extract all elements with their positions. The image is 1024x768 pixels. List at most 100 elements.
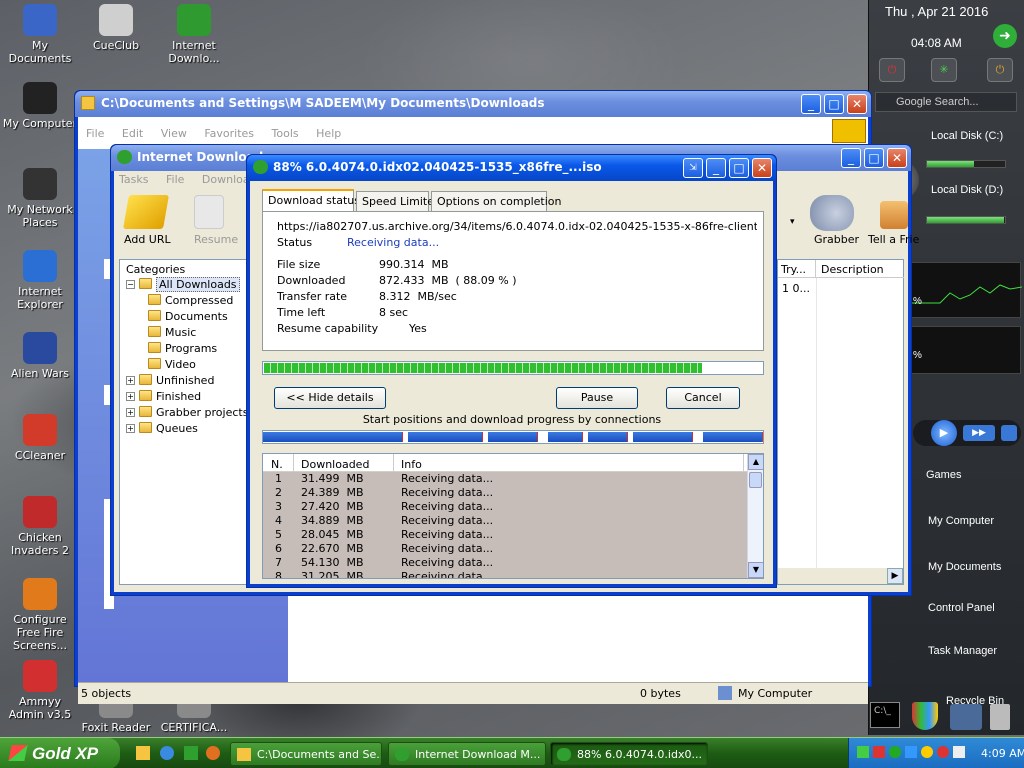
restart-icon[interactable]: ✳	[931, 58, 957, 82]
desktop-icon-my-computer[interactable]: My Computer	[0, 82, 80, 130]
category-compressed[interactable]: Compressed	[148, 294, 233, 307]
cancel-button[interactable]: Cancel	[666, 387, 740, 409]
quicklaunch-firefox-icon[interactable]	[206, 746, 220, 760]
menu-help[interactable]: Help	[316, 127, 341, 140]
pause-button[interactable]: Pause	[556, 387, 638, 409]
menu-edit[interactable]: Edit	[122, 127, 143, 140]
explorer-titlebar[interactable]: C:\Documents and Settings\M SADEEM\My Do…	[75, 91, 871, 117]
menu-file[interactable]: File	[86, 127, 104, 140]
tray-bluetooth-icon[interactable]	[905, 746, 917, 758]
connection-row[interactable]: 2 24.389 MB Receiving data...	[263, 486, 745, 500]
desktop-icon-ammyy-admin[interactable]: Ammyy Admin v3.5	[0, 660, 80, 721]
desktop-icon-idm[interactable]: Internet Downlo...	[154, 4, 234, 65]
col-description[interactable]: Description	[816, 260, 904, 278]
play-icon[interactable]: ▶	[931, 420, 957, 446]
quicklaunch-idm-icon[interactable]	[184, 746, 198, 760]
next-icon[interactable]: ▶▶	[963, 425, 995, 441]
explorer-close-button[interactable]: ✕	[847, 94, 867, 114]
desktop-icon-chicken-invaders[interactable]: Chicken Invaders 2	[0, 496, 80, 557]
idm-minimize-button[interactable]: _	[841, 148, 861, 168]
sidebar-link-my-documents[interactable]: My Documents	[928, 561, 1001, 573]
connections-scrollbar[interactable]: ▲ ▼	[747, 454, 763, 578]
desktop-icon-cueclub[interactable]: CueClub	[76, 4, 156, 52]
tray-idm-icon[interactable]	[889, 746, 901, 758]
tray-alert-icon[interactable]	[937, 746, 949, 758]
category-unfinished[interactable]: + Unfinished	[126, 374, 214, 387]
idm-menu-file[interactable]: File	[166, 173, 184, 186]
shutdown-icon[interactable]: ⏻	[879, 58, 905, 82]
col-try[interactable]: Try...	[778, 260, 816, 278]
tell-friend-icon[interactable]	[880, 201, 908, 229]
idm-menu-tasks[interactable]: Tasks	[119, 173, 148, 186]
tray-security-icon[interactable]	[873, 746, 885, 758]
category-all-downloads[interactable]: − All Downloads	[126, 277, 240, 292]
col-info[interactable]: Info	[401, 458, 422, 471]
category-finished[interactable]: + Finished	[126, 390, 201, 403]
add-url-icon[interactable]	[123, 195, 169, 229]
connection-row[interactable]: 1 31.499 MB Receiving data...	[263, 472, 745, 486]
recycle-bin-icon[interactable]	[990, 704, 1010, 730]
expand-icon[interactable]: +	[126, 408, 135, 417]
network-icon[interactable]	[950, 704, 982, 730]
idm-maximize-button[interactable]: □	[864, 148, 884, 168]
tab-speed-limiter[interactable]: Speed Limiter	[356, 191, 439, 211]
sidebar-link-task-manager[interactable]: Task Manager	[928, 645, 997, 657]
connection-row[interactable]: 3 27.420 MB Receiving data...	[263, 500, 745, 514]
menu-tools[interactable]: Tools	[272, 127, 299, 140]
desktop-icon-firescreens[interactable]: Configure Free Fire Screens...	[0, 578, 80, 652]
sidebar-link-my-computer[interactable]: My Computer	[928, 515, 994, 527]
logoff-icon[interactable]: ⏻	[987, 58, 1013, 82]
quicklaunch-folder-icon[interactable]	[136, 746, 150, 760]
eject-icon[interactable]	[1001, 425, 1017, 441]
task-download-dialog[interactable]: 88% 6.0.4074.0.idx0...	[550, 742, 708, 766]
grabber-icon[interactable]	[810, 195, 854, 231]
start-button[interactable]: Gold XP	[0, 738, 120, 768]
google-search-input[interactable]: Google Search...	[875, 92, 1017, 112]
resume-button[interactable]: Resume	[194, 233, 238, 246]
task-explorer[interactable]: C:\Documents and Se...	[230, 742, 382, 766]
connection-row[interactable]: 8 31.205 MB Receiving data...	[263, 570, 745, 578]
sidebar-link-games[interactable]: Games	[926, 469, 961, 481]
desktop-icon-internet-explorer[interactable]: Internet Explorer	[0, 250, 80, 311]
category-programs[interactable]: Programs	[148, 342, 217, 355]
scroll-thumb[interactable]	[749, 472, 762, 488]
desktop-icon-ccleaner[interactable]: CCleaner	[0, 414, 80, 462]
dialog-minimize-button[interactable]: _	[706, 158, 726, 178]
tab-options-on-completion[interactable]: Options on completion	[431, 191, 562, 211]
menu-view[interactable]: View	[161, 127, 187, 140]
category-music[interactable]: Music	[148, 326, 196, 339]
cmd-icon[interactable]: C:\_	[870, 702, 900, 728]
resume-icon[interactable]	[194, 195, 224, 229]
sidebar-link-control-panel[interactable]: Control Panel	[928, 602, 995, 614]
category-documents[interactable]: Documents	[148, 310, 228, 323]
expand-icon[interactable]: +	[126, 392, 135, 401]
dialog-close-button[interactable]: ✕	[752, 158, 772, 178]
security-center-icon[interactable]	[912, 702, 938, 730]
desktop-icon-network-places[interactable]: My Network Places	[0, 168, 80, 229]
explorer-minimize-button[interactable]: _	[801, 94, 821, 114]
menu-favorites[interactable]: Favorites	[204, 127, 254, 140]
toolbar-dropdown-icon[interactable]: ▾	[790, 217, 795, 227]
tab-download-status[interactable]: Download status	[262, 189, 360, 211]
tray-network-icon[interactable]	[857, 746, 869, 758]
go-arrow-icon[interactable]: ➜	[993, 24, 1017, 48]
scroll-down-icon[interactable]: ▼	[748, 562, 763, 578]
add-url-button[interactable]: Add URL	[124, 233, 171, 246]
category-queues[interactable]: + Queues	[126, 422, 198, 435]
scroll-up-icon[interactable]: ▲	[748, 454, 763, 470]
connection-row[interactable]: 6 22.670 MB Receiving data...	[263, 542, 745, 556]
connection-row[interactable]: 4 34.889 MB Receiving data...	[263, 514, 745, 528]
connection-row[interactable]: 7 54.130 MB Receiving data...	[263, 556, 745, 570]
tray-misc-icon[interactable]	[953, 746, 965, 758]
desktop-icon-my-documents[interactable]: My Documents	[0, 4, 80, 65]
quicklaunch-ie-icon[interactable]	[160, 746, 174, 760]
idm-close-button[interactable]: ✕	[887, 148, 907, 168]
expand-icon[interactable]: +	[126, 424, 135, 433]
scroll-right-icon[interactable]: ▶	[887, 568, 903, 584]
dialog-tray-button[interactable]: ⇲	[683, 158, 703, 178]
expand-icon[interactable]: +	[126, 376, 135, 385]
grabber-button[interactable]: Grabber	[814, 233, 859, 246]
category-video[interactable]: Video	[148, 358, 196, 371]
category-grabber-projects[interactable]: + Grabber projects	[126, 406, 248, 419]
desktop-icon-alien-wars[interactable]: Alien Wars	[0, 332, 80, 380]
